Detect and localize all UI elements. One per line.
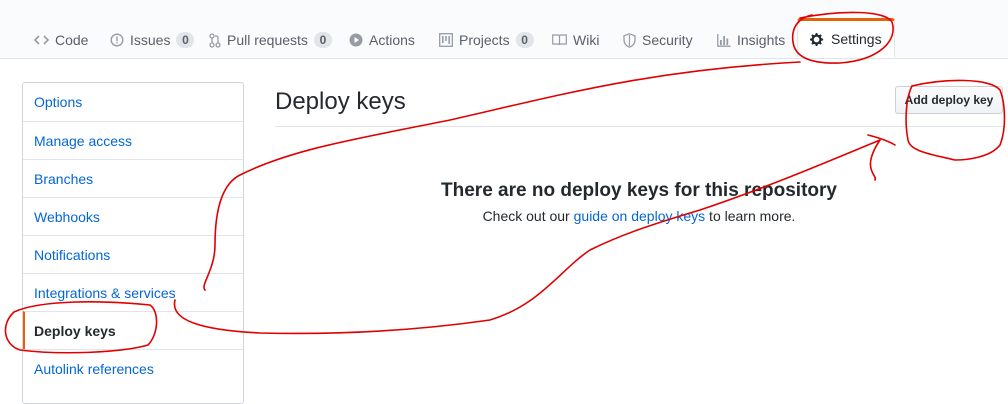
tab-issues[interactable]: Issues 0 xyxy=(110,22,195,58)
blankslate-description: Check out our guide on deploy keys to le… xyxy=(400,208,878,224)
tab-code[interactable]: Code xyxy=(34,22,88,58)
add-deploy-key-button[interactable]: Add deploy key xyxy=(895,86,1003,114)
sidebar-item-deploy-keys[interactable]: Deploy keys xyxy=(23,311,243,349)
tab-actions[interactable]: Actions xyxy=(349,22,415,58)
sidebar-item-label: Options xyxy=(34,94,83,110)
sidebar-item-label: Autolink references xyxy=(34,360,154,377)
tab-label: Issues xyxy=(130,32,171,48)
settings-sidebar: Options Manage access Branches Webhooks … xyxy=(22,82,244,404)
repo-nav: Code Issues 0 Pull requests 0 Actions Pr… xyxy=(0,0,1008,59)
tab-label: Insights xyxy=(737,32,786,48)
tab-label: Wiki xyxy=(573,32,600,48)
shield-icon xyxy=(623,32,636,48)
sidebar-item-label: Notifications xyxy=(34,246,111,263)
sidebar-item-label: Webhooks xyxy=(34,208,100,225)
gear-icon xyxy=(810,32,825,47)
sidebar-item-label: Manage access xyxy=(34,132,133,149)
tab-projects[interactable]: Projects 0 xyxy=(439,22,534,58)
sidebar-item-label: Integrations & services xyxy=(34,284,176,301)
subhead-divider xyxy=(275,126,1003,127)
tab-label: Pull requests xyxy=(227,32,308,48)
page-title: Deploy keys xyxy=(275,88,406,115)
tab-pull-requests[interactable]: Pull requests 0 xyxy=(209,22,332,58)
sidebar-item-label: Deploy keys xyxy=(34,322,116,339)
issues-counter: 0 xyxy=(176,32,195,48)
graph-icon xyxy=(717,33,731,47)
tab-security[interactable]: Security xyxy=(623,22,693,58)
arrow-stroke xyxy=(173,134,896,335)
sidebar-item-notifications[interactable]: Notifications xyxy=(23,235,243,273)
tab-label: Actions xyxy=(369,32,415,48)
tab-label: Security xyxy=(642,32,693,48)
play-icon xyxy=(349,33,363,47)
pull-request-icon xyxy=(209,32,221,48)
issue-icon xyxy=(110,33,124,47)
projects-counter: 0 xyxy=(515,32,534,48)
code-icon xyxy=(34,34,49,46)
blankslate-text-before: Check out our xyxy=(482,208,574,224)
sidebar-item-manage-access[interactable]: Manage access xyxy=(23,121,243,159)
tab-settings[interactable]: Settings xyxy=(797,18,895,58)
sidebar-item-autolink-references[interactable]: Autolink references xyxy=(23,349,243,387)
tab-label: Projects xyxy=(459,32,510,48)
blankslate-title: There are no deploy keys for this reposi… xyxy=(441,180,837,201)
sidebar-item-label: Branches xyxy=(34,170,94,187)
tab-label: Settings xyxy=(831,31,882,47)
deploy-keys-guide-link[interactable]: guide on deploy keys xyxy=(574,208,706,224)
tab-label: Code xyxy=(55,32,89,48)
blankslate-text-after: to learn more. xyxy=(705,208,796,224)
book-icon xyxy=(552,34,567,46)
tab-insights[interactable]: Insights xyxy=(717,22,785,58)
tab-wiki[interactable]: Wiki xyxy=(552,22,599,58)
pull-requests-counter: 0 xyxy=(313,32,332,48)
sidebar-item-options[interactable]: Options xyxy=(23,83,243,121)
sidebar-item-branches[interactable]: Branches xyxy=(23,159,243,197)
project-icon xyxy=(439,33,453,47)
sidebar-item-integrations[interactable]: Integrations & services xyxy=(23,273,243,311)
sidebar-item-webhooks[interactable]: Webhooks xyxy=(23,197,243,235)
